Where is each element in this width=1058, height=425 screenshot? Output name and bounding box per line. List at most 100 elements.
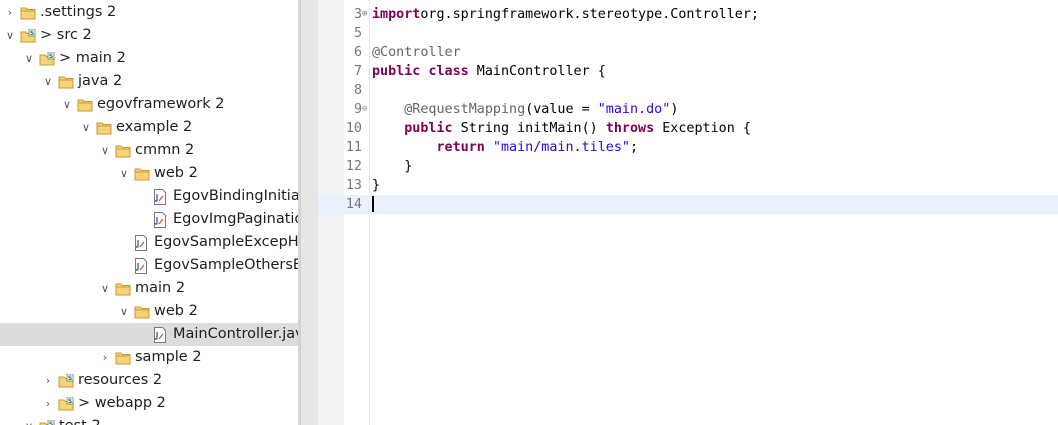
explorer-item[interactable]: › S > webapp 2 bbox=[0, 392, 300, 415]
chevron-down-icon[interactable]: ∨ bbox=[118, 162, 130, 185]
explorer-item[interactable]: ∨ Stest 2 bbox=[0, 415, 300, 425]
code-line[interactable]: 9 ⊖ @RequestMapping(value = "main.do") bbox=[318, 100, 1058, 119]
keyword-token: return bbox=[436, 140, 485, 155]
text-caret bbox=[372, 196, 374, 212]
svg-text:S: S bbox=[68, 375, 72, 382]
code-text: @Controller bbox=[372, 43, 461, 62]
chevron-down-icon[interactable]: ∨ bbox=[42, 70, 54, 93]
line-number: 12 bbox=[345, 159, 362, 174]
line-number: 14 bbox=[345, 197, 362, 212]
chevron-right-icon[interactable]: › bbox=[4, 1, 16, 24]
java-file-icon bbox=[134, 235, 150, 251]
explorer-item[interactable]: EgovImgPaginatio bbox=[0, 208, 300, 231]
code-token: String initMain() bbox=[452, 121, 606, 136]
keyword-token: public bbox=[372, 64, 421, 79]
code-text: } bbox=[372, 157, 412, 176]
chevron-down-icon[interactable]: ∨ bbox=[80, 116, 92, 139]
code-token: (value = bbox=[525, 102, 598, 117]
code-token: ; bbox=[630, 140, 639, 155]
explorer-item[interactable]: › sample 2 bbox=[0, 346, 300, 369]
java-file-icon bbox=[153, 212, 169, 228]
code-line[interactable]: 13} bbox=[318, 176, 1058, 195]
explorer-item[interactable]: EgovBindingInitial bbox=[0, 185, 300, 208]
folder-icon bbox=[115, 143, 131, 158]
code-token: org.springframework.stereotype.Controlle… bbox=[420, 7, 759, 22]
fold-expand-icon[interactable]: ⊕ bbox=[362, 5, 371, 24]
explorer-item[interactable]: ∨ cmmn 2 bbox=[0, 139, 300, 162]
line-number: 7 bbox=[353, 64, 362, 79]
keyword-token: public bbox=[404, 121, 453, 136]
line-number: 9 bbox=[353, 102, 362, 117]
code-line[interactable]: 11 return "main/main.tiles"; bbox=[318, 138, 1058, 157]
explorer-item-label: cmmn 2 bbox=[135, 142, 195, 158]
keyword-token: class bbox=[428, 64, 469, 79]
explorer-item[interactable]: › .settings 2 bbox=[0, 1, 300, 24]
explorer-item-label: sample 2 bbox=[135, 349, 202, 365]
chevron-down-icon[interactable]: ∨ bbox=[99, 139, 111, 162]
code-line[interactable]: 12 } bbox=[318, 157, 1058, 176]
annotation-token: @Controller bbox=[372, 45, 461, 60]
explorer-item-label: > main 2 bbox=[59, 50, 126, 66]
explorer-item-label: EgovSampleOthersEx bbox=[154, 257, 300, 273]
java-file-icon bbox=[134, 258, 150, 274]
source-folder-icon: S bbox=[20, 28, 36, 43]
code-token: Exception { bbox=[654, 121, 751, 136]
chevron-down-icon[interactable]: ∨ bbox=[61, 93, 73, 116]
svg-text:S: S bbox=[49, 421, 53, 425]
chevron-right-icon[interactable]: › bbox=[99, 346, 111, 369]
chevron-right-icon[interactable]: › bbox=[42, 369, 54, 392]
line-number: 6 bbox=[353, 45, 362, 60]
explorer-item-label: web 2 bbox=[154, 303, 198, 319]
java-file-icon bbox=[153, 327, 169, 343]
code-text: @RequestMapping(value = "main.do") bbox=[372, 100, 678, 119]
chevron-down-icon[interactable]: ∨ bbox=[118, 300, 130, 323]
code-editor[interactable]: 3 ⊕ importorg.springframework.stereotype.C… bbox=[318, 0, 1058, 425]
explorer-scrollbar[interactable] bbox=[300, 0, 318, 425]
explorer-item-label: MainController.jav bbox=[173, 326, 300, 342]
code-line[interactable]: 5 bbox=[318, 24, 1058, 43]
code-text: return "main/main.tiles"; bbox=[372, 138, 639, 157]
chevron-right-icon[interactable]: › bbox=[42, 392, 54, 415]
project-explorer: › .settings 2 ∨ S > src 2 ∨ S > main 2 ∨ java 2 ∨ e… bbox=[0, 0, 300, 425]
fold-collapse-icon[interactable]: ⊖ bbox=[362, 100, 371, 119]
explorer-item[interactable]: ∨ web 2 bbox=[0, 300, 300, 323]
chevron-down-icon[interactable]: ∨ bbox=[4, 24, 16, 47]
chevron-down-icon[interactable]: ∨ bbox=[99, 277, 111, 300]
explorer-item[interactable]: ∨ S > main 2 bbox=[0, 47, 300, 70]
code-line[interactable]: 6 @Controller bbox=[318, 43, 1058, 62]
explorer-item[interactable]: EgovSampleExcepHn bbox=[0, 231, 300, 254]
string-token: "main/main.tiles" bbox=[492, 140, 630, 155]
code-line[interactable]: 8 bbox=[318, 81, 1058, 100]
chevron-down-icon[interactable]: ∨ bbox=[23, 415, 35, 425]
code-line[interactable]: 10 public String initMain() throws Excep… bbox=[318, 119, 1058, 138]
explorer-item-label: EgovSampleExcepHn bbox=[154, 234, 300, 250]
explorer-item[interactable]: ∨ main 2 bbox=[0, 277, 300, 300]
code-line[interactable]: 7 public class MainController { bbox=[318, 62, 1058, 81]
folder-icon bbox=[134, 304, 150, 319]
chevron-down-icon[interactable]: ∨ bbox=[23, 47, 35, 70]
explorer-item[interactable]: ∨ S > src 2 bbox=[0, 24, 300, 47]
explorer-item-label: example 2 bbox=[116, 119, 193, 135]
explorer-item-label: web 2 bbox=[154, 165, 198, 181]
code-token: } bbox=[372, 178, 381, 193]
explorer-item[interactable]: › Sresources 2 bbox=[0, 369, 300, 392]
code-text: public class MainController { bbox=[372, 62, 606, 81]
explorer-item[interactable]: EgovSampleOthersEx bbox=[0, 254, 300, 277]
line-number: 13 bbox=[345, 178, 362, 193]
source-folder-icon: S bbox=[58, 396, 74, 411]
code-text bbox=[372, 195, 374, 214]
explorer-item[interactable]: ∨ egovframework 2 bbox=[0, 93, 300, 116]
code-line[interactable]: 3 ⊕ importorg.springframework.stereotype.C… bbox=[318, 5, 1058, 24]
keyword-token: throws bbox=[605, 121, 655, 136]
code-text: } bbox=[372, 176, 380, 195]
code-line[interactable]: 14 bbox=[318, 195, 1058, 214]
explorer-item-label: egovframework 2 bbox=[97, 96, 225, 112]
explorer-item[interactable]: ∨ web 2 bbox=[0, 162, 300, 185]
explorer-item[interactable]: ∨ example 2 bbox=[0, 116, 300, 139]
explorer-item[interactable]: ∨ java 2 bbox=[0, 70, 300, 93]
svg-text:S: S bbox=[68, 398, 72, 405]
explorer-item[interactable]: MainController.jav bbox=[0, 323, 300, 346]
explorer-item-label: > webapp 2 bbox=[78, 395, 166, 411]
